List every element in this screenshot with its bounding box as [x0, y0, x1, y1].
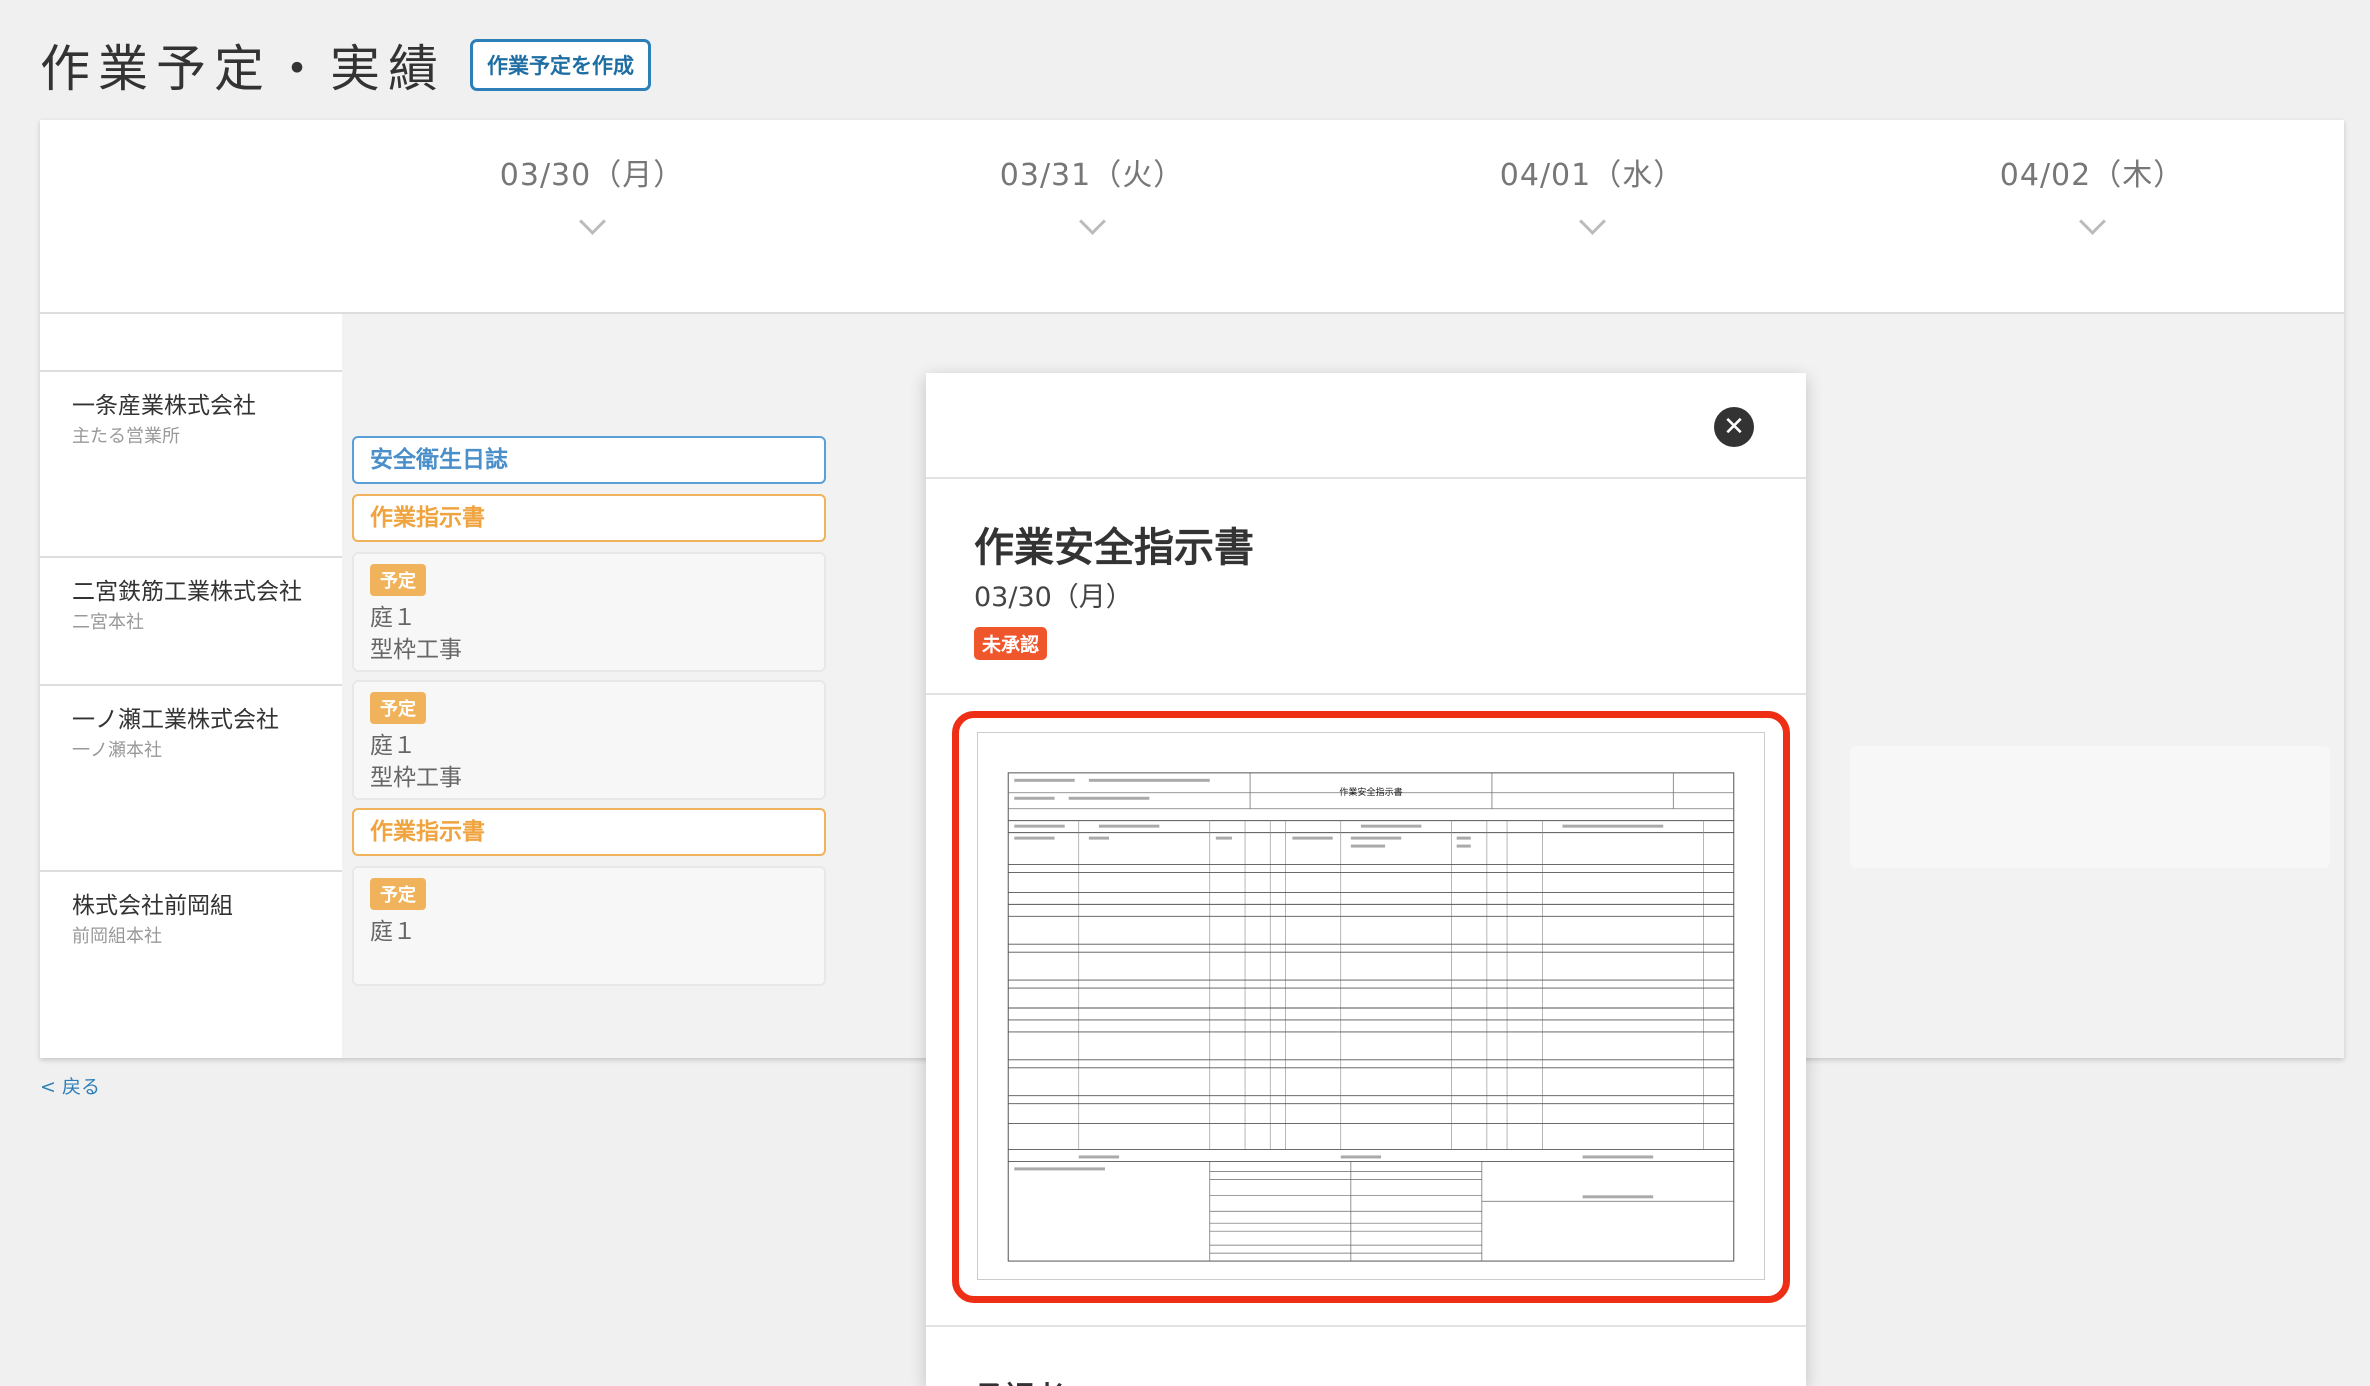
card-place: 庭１ — [370, 605, 416, 631]
document-modal: ✕ 作業安全指示書 03/30（月） 未承認 作業安全指示書 — [926, 373, 1806, 1386]
company-office: 主たる営業所 — [72, 426, 180, 447]
company-row: 二宮鉄筋工業株式会社 二宮本社 — [40, 556, 342, 686]
day-label: 03/30（月） — [499, 158, 685, 193]
schedule-card[interactable]: 予定 庭１ 型枠工事 — [352, 552, 826, 672]
modal-footer-divider — [926, 1325, 1806, 1327]
chevron-down-icon[interactable] — [2078, 208, 2106, 235]
card-work: 型枠工事 — [370, 637, 462, 663]
create-schedule-button[interactable]: 作業予定を作成 — [470, 39, 651, 91]
chevron-down-icon[interactable] — [1578, 208, 1606, 235]
day-label: 04/02（木） — [1999, 158, 2185, 193]
document-form-image: 作業安全指示書 — [1007, 772, 1735, 1262]
company-office: 二宮本社 — [72, 612, 144, 633]
company-name: 二宮鉄筋工業株式会社 — [72, 579, 302, 605]
day-header-row: 03/30（月） 03/31（火） 04/01（水） 04/02（木） — [342, 120, 2344, 314]
modal-date: 03/30（月） — [974, 582, 1133, 613]
planned-tag: 予定 — [370, 878, 426, 910]
page-title: 作業予定・実績 — [40, 40, 446, 98]
close-icon[interactable]: ✕ — [1714, 407, 1754, 447]
day-column-header[interactable]: 04/01（水） — [1342, 120, 1842, 312]
instruction-chip[interactable]: 作業指示書 — [352, 808, 826, 856]
back-link[interactable]: < 戻る — [40, 1072, 100, 1099]
modal-header: 作業安全指示書 03/30（月） 未承認 — [926, 479, 1806, 695]
planned-tag: 予定 — [370, 692, 426, 724]
card-place: 庭１ — [370, 733, 416, 759]
planned-tag: 予定 — [370, 564, 426, 596]
safety-log-chip[interactable]: 安全衛生日誌 — [352, 436, 826, 484]
day-column-header[interactable]: 04/02（木） — [1842, 120, 2342, 312]
modal-topbar: ✕ — [926, 373, 1806, 479]
company-name: 株式会社前岡組 — [72, 893, 233, 919]
company-name: 一条産業株式会社 — [72, 393, 256, 419]
document-preview-highlight[interactable]: 作業安全指示書 — [952, 711, 1790, 1303]
page-header: 作業予定・実績 作業予定を作成 — [40, 30, 651, 100]
company-row: 一条産業株式会社 主たる営業所 — [40, 370, 342, 558]
day-label: 03/31（火） — [999, 158, 1185, 193]
day-label: 04/01（水） — [1499, 158, 1685, 193]
company-row: 株式会社前岡組 前岡組本社 — [40, 870, 342, 1058]
doc-title: 作業安全指示書 — [1339, 786, 1402, 798]
company-column: 一条産業株式会社 主たる営業所 二宮鉄筋工業株式会社 二宮本社 一ノ瀬工業株式会… — [40, 314, 344, 1058]
chevron-down-icon[interactable] — [578, 208, 606, 235]
company-row: 一ノ瀬工業株式会社 一ノ瀬本社 — [40, 684, 342, 872]
card-work: 型枠工事 — [370, 765, 462, 791]
company-name: 一ノ瀬工業株式会社 — [72, 707, 279, 733]
empty-card — [1850, 746, 2330, 868]
status-badge: 未承認 — [974, 627, 1048, 660]
corner-cell — [40, 120, 342, 314]
schedule-card[interactable]: 予定 庭１ — [352, 866, 826, 986]
schedule-card[interactable]: 予定 庭１ 型枠工事 — [352, 680, 826, 800]
card-place: 庭１ — [370, 919, 416, 945]
day-column-header[interactable]: 03/30（月） — [342, 120, 842, 312]
document-preview[interactable]: 作業安全指示書 — [977, 732, 1765, 1280]
company-office: 一ノ瀬本社 — [72, 740, 162, 761]
instruction-chip[interactable]: 作業指示書 — [352, 494, 826, 542]
company-office: 前岡組本社 — [72, 926, 162, 947]
modal-title: 作業安全指示書 — [974, 525, 1254, 571]
approver-heading: 承認者 — [974, 1373, 1064, 1386]
day-column-header[interactable]: 03/31（火） — [842, 120, 1342, 312]
chevron-down-icon[interactable] — [1078, 208, 1106, 235]
